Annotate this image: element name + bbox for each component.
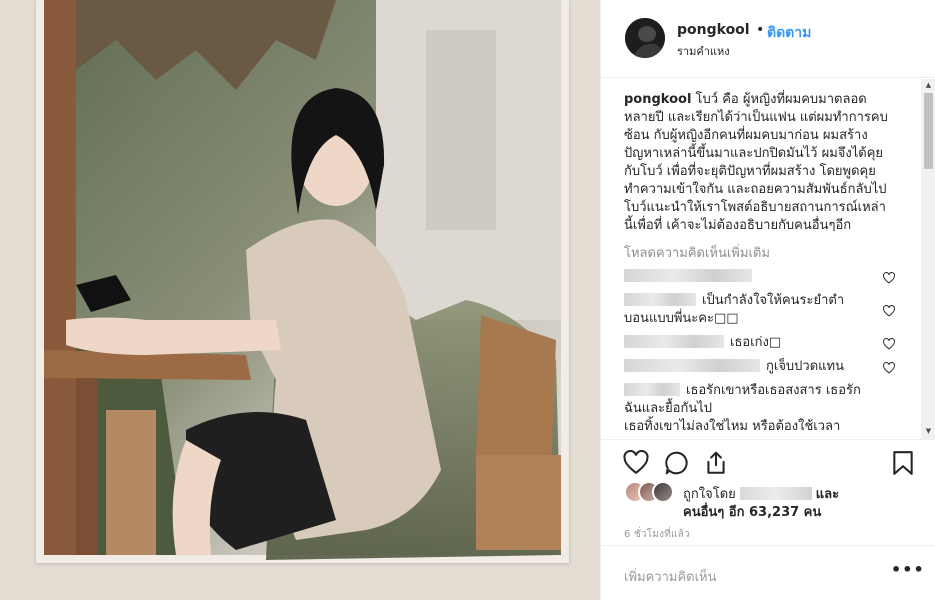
comment-username-blurred[interactable] <box>624 359 760 372</box>
action-bar <box>601 439 935 485</box>
comment-username-blurred[interactable] <box>624 335 724 348</box>
scroll-down-arrow[interactable]: ▼ <box>924 427 933 436</box>
caption-line: ปัญหาเหล่านี้ขึ้นมาและปกปิดมันไว้ ผมจึงไ… <box>624 146 884 161</box>
heart-icon[interactable] <box>623 450 649 476</box>
caption-line: กับโบว์ เพื่อที่จะยุติปัญหาที่ผมสร้าง โด… <box>624 164 876 179</box>
avatar[interactable] <box>625 18 665 58</box>
likes-and: และ <box>815 487 840 502</box>
comment-text: ฉันและยื้อกันไป <box>624 401 713 416</box>
post-timestamp[interactable]: 6 ชั่วโมงที่แล้ว <box>624 527 690 542</box>
post-photo[interactable] <box>0 0 600 600</box>
caption-line: โบว์แนะนำให้เราโพสต์อธิบายสถานการณ์เหล่า <box>624 200 886 215</box>
heart-icon[interactable] <box>882 305 896 317</box>
liked-by-label: ถูกใจโดย <box>683 487 736 502</box>
share-icon[interactable] <box>703 450 729 476</box>
comment-text: กูเจ็บปวดแทน <box>766 359 845 374</box>
add-comment-input[interactable]: เพิ่มความคิดเห็น <box>624 566 717 587</box>
comment-text: เธอทิ้งเขาไม่ลงใช่ไหม หรือต้องใช้เวลา <box>624 419 841 434</box>
avatar-image <box>625 18 665 58</box>
comment-username-blurred[interactable] <box>624 293 696 306</box>
comment-username-blurred[interactable] <box>624 383 680 396</box>
more-options-icon[interactable]: ••• <box>891 560 925 579</box>
caption-line: ทำความเข้าใจกัน และถอยความสัมพันธ์กลับไป <box>624 182 887 197</box>
comment-icon[interactable] <box>664 450 690 476</box>
comment: กูเจ็บปวดแทน <box>624 358 894 376</box>
comment: เป็นกำลังใจให้คนระยำตำ บอนแบบพี่นะคะ□□ <box>624 292 894 328</box>
comment: เธอรักเขาหรือเธอสงสาร เธอรัก ฉันและยื้อก… <box>624 382 894 436</box>
post-header: pongkool • ติดตาม รามคำแหง <box>601 0 935 78</box>
comment-text: เธอรักเขาหรือเธอสงสาร เธอรัก <box>686 383 861 398</box>
caption-line: ซ้อน กับผู้หญิงอีกคนที่ผมคบมาก่อน ผมสร้า… <box>624 128 868 143</box>
heart-icon[interactable] <box>882 338 896 350</box>
username[interactable]: pongkool <box>677 22 750 38</box>
comment-username-blurred[interactable] <box>624 269 752 282</box>
add-comment-bar: เพิ่มความคิดเห็น ••• <box>601 545 935 600</box>
likes-count-link[interactable]: คนอื่นๆ อีก 63,237 คน <box>683 501 821 522</box>
comments-scrollbar[interactable]: ▲ ▼ <box>921 79 935 439</box>
polaroid-frame <box>36 0 569 563</box>
likes-section: ถูกใจโดย และ คนอื่นๆ อีก 63,237 คน <box>624 480 924 520</box>
caption-line: หลายปี และเรียกได้ว่าเป็นแฟน แต่ผมทำการค… <box>624 110 888 125</box>
bookmark-icon[interactable] <box>890 450 916 476</box>
load-more-comments[interactable]: โหลดความคิดเห็นเพิ่มเติม <box>624 242 770 263</box>
comment: เธอเก่ง□ <box>624 334 894 352</box>
heart-icon[interactable] <box>882 362 896 374</box>
comment-text: บอนแบบพี่นะคะ□□ <box>624 311 739 326</box>
follow-button[interactable]: ติดตาม <box>767 22 811 44</box>
location-link[interactable]: รามคำแหง <box>677 42 730 60</box>
caption-username[interactable]: pongkool <box>624 92 691 107</box>
comment-text: เธอเก่ง□ <box>730 335 782 350</box>
separator-dot: • <box>756 22 765 38</box>
heart-icon[interactable] <box>882 272 896 284</box>
scroll-thumb[interactable] <box>924 93 933 169</box>
liker-avatar[interactable] <box>652 481 674 503</box>
photo-image <box>44 0 561 560</box>
comments-section[interactable]: pongkool โบว์ คือ ผู้หญิงที่ผมคบมาตลอด ห… <box>601 79 935 439</box>
liker-username-blurred[interactable] <box>739 487 812 500</box>
post-details-panel: pongkool • ติดตาม รามคำแหง pongkool โบว์… <box>600 0 935 600</box>
scroll-up-arrow[interactable]: ▲ <box>924 81 933 90</box>
comment <box>624 268 894 286</box>
caption: pongkool โบว์ คือ ผู้หญิงที่ผมคบมาตลอด ห… <box>624 91 916 235</box>
caption-line: โบว์ คือ ผู้หญิงที่ผมคบมาตลอด <box>691 92 867 107</box>
caption-line: นี้เพื่อที่ เค้าจะไม่ต้องอธิบายกับคนอื่น… <box>624 218 852 233</box>
comment-text: เป็นกำลังใจให้คนระยำตำ <box>702 293 845 308</box>
